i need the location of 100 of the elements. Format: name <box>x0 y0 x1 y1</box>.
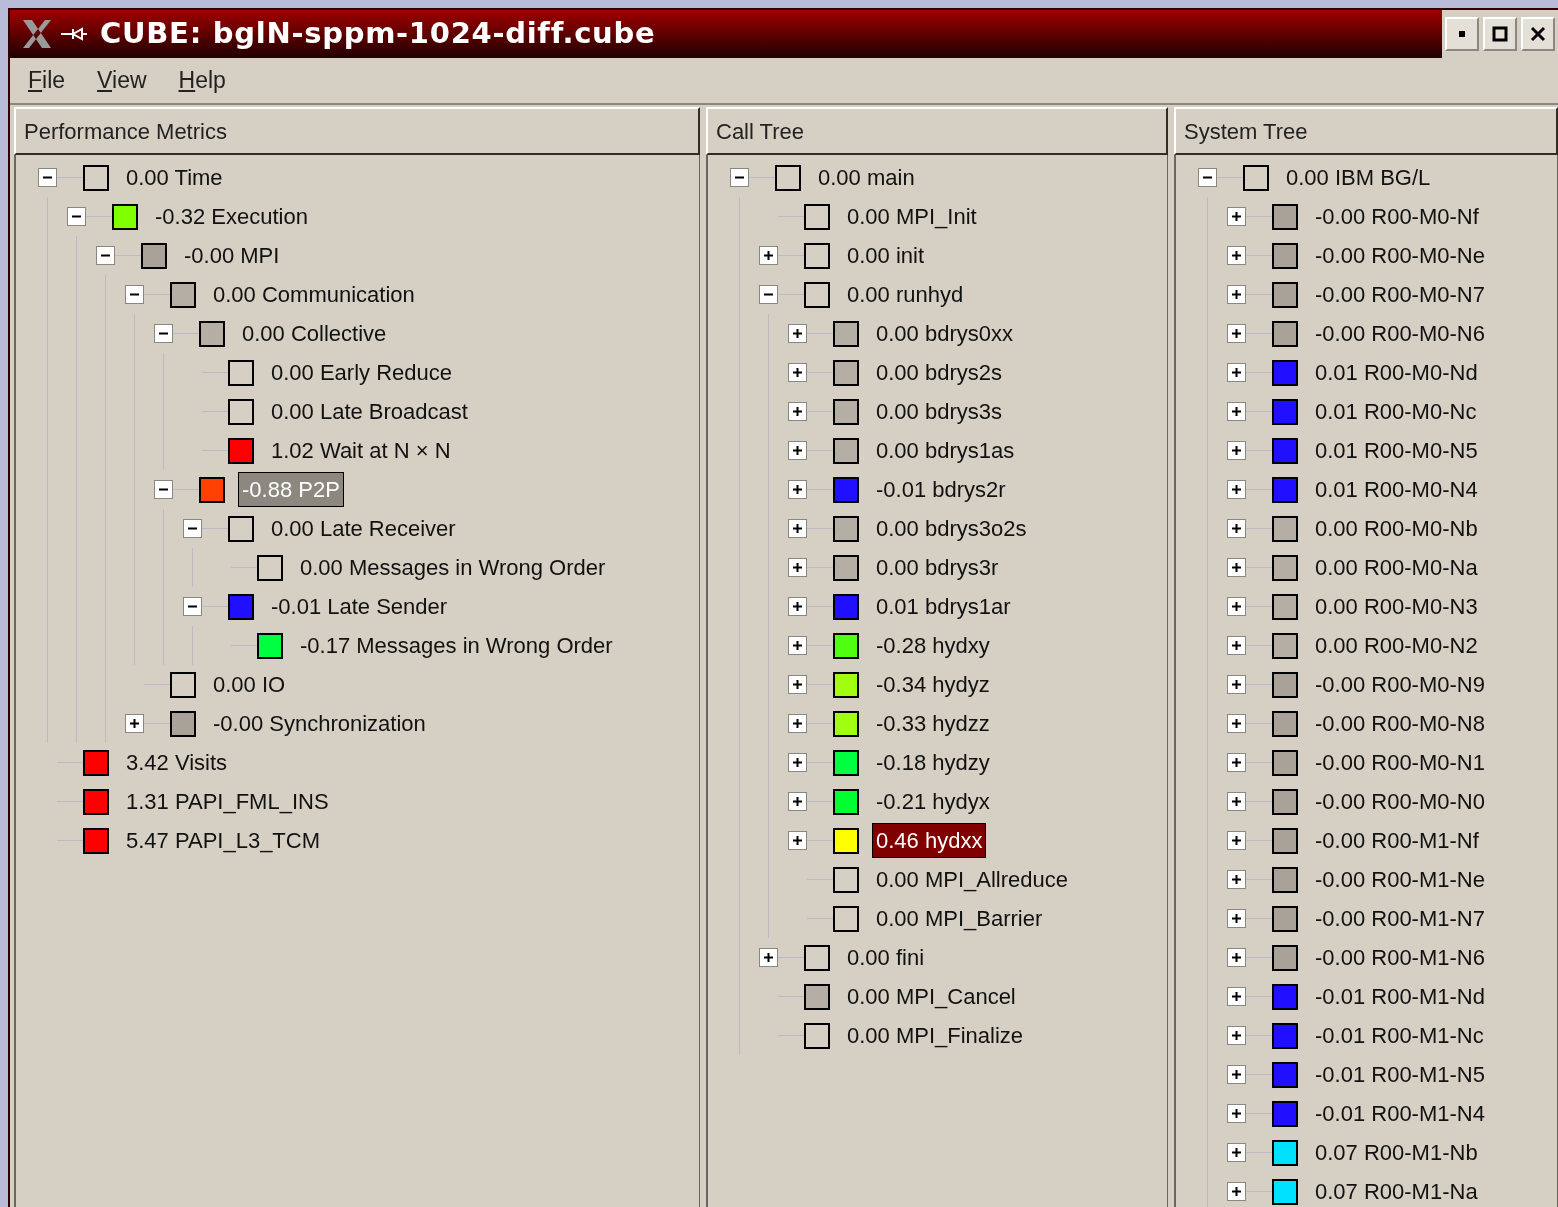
tree-item[interactable]: 0.00 Early Reduce <box>268 356 455 389</box>
tree-item[interactable]: 0.00 bdrys3o2s <box>873 512 1030 545</box>
tree-item[interactable]: -0.00 R00-M0-N8 <box>1312 707 1488 740</box>
tree-item[interactable]: -0.00 R00-M1-N6 <box>1312 941 1488 974</box>
tree-item[interactable]: 0.00 MPI_Finalize <box>844 1019 1027 1052</box>
expand-toggle[interactable] <box>1227 1026 1246 1045</box>
expand-toggle[interactable] <box>788 636 807 655</box>
tree-item[interactable]: -0.00 MPI <box>181 239 283 272</box>
tree-item[interactable]: -0.32 Execution <box>152 200 311 233</box>
tree-item[interactable]: 0.00 MPI_Barrier <box>873 902 1046 935</box>
menu-item[interactable]: Help <box>178 63 226 98</box>
tree-item[interactable]: -0.00 R00-M0-N0 <box>1312 785 1488 818</box>
tree-item[interactable]: 0.00 Late Broadcast <box>268 395 471 428</box>
tree-item[interactable]: 0.00 Messages in Wrong Order <box>297 551 609 584</box>
tree-item[interactable]: -0.01 R00-M1-Nd <box>1312 980 1488 1013</box>
tree-item[interactable]: -0.21 hydyx <box>873 785 993 818</box>
expand-toggle[interactable] <box>788 714 807 733</box>
expand-toggle[interactable] <box>1227 1143 1246 1162</box>
expand-toggle[interactable] <box>1227 675 1246 694</box>
maximize-button[interactable] <box>1483 17 1517 51</box>
expand-toggle[interactable] <box>788 402 807 421</box>
tree-item[interactable]: 0.00 bdrys2s <box>873 356 1005 389</box>
tree-item[interactable]: 0.00 fini <box>844 941 928 974</box>
tree-item[interactable]: -0.01 Late Sender <box>268 590 451 623</box>
collapse-toggle[interactable] <box>183 597 202 616</box>
expand-toggle[interactable] <box>1227 1104 1246 1123</box>
tree-item[interactable]: -0.00 R00-M0-N1 <box>1312 746 1488 779</box>
tree-item[interactable]: -0.01 R00-M1-Nc <box>1312 1019 1487 1052</box>
tree-item[interactable]: 0.00 bdrys1as <box>873 434 1018 467</box>
tree-item[interactable]: -0.01 bdrys2r <box>873 473 1009 506</box>
tree-item[interactable]: 0.00 Communication <box>210 278 418 311</box>
expand-toggle[interactable] <box>1227 441 1246 460</box>
tree-item[interactable]: 3.42 Visits <box>123 746 231 779</box>
tree-item[interactable]: -0.00 R00-M0-N7 <box>1312 278 1488 311</box>
menu-item[interactable]: View <box>97 63 147 98</box>
expand-toggle[interactable] <box>1227 909 1246 928</box>
tree-item[interactable]: 0.00 R00-M0-Na <box>1312 551 1481 584</box>
expand-toggle[interactable] <box>1227 1182 1246 1201</box>
tree-item[interactable]: 0.00 init <box>844 239 928 272</box>
tree-item[interactable]: 0.07 R00-M1-Na <box>1312 1175 1481 1207</box>
tree-item[interactable]: -0.00 R00-M0-Ne <box>1312 239 1488 272</box>
expand-toggle[interactable] <box>788 519 807 538</box>
expand-toggle[interactable] <box>1227 324 1246 343</box>
tree-item[interactable]: 0.00 bdrys3r <box>873 551 1002 584</box>
tree-item[interactable]: 5.47 PAPI_L3_TCM <box>123 824 324 857</box>
menu-item[interactable]: File <box>28 63 66 98</box>
expand-toggle[interactable] <box>788 597 807 616</box>
tree-item[interactable]: 0.01 R00-M0-Nd <box>1312 356 1481 389</box>
expand-toggle[interactable] <box>1227 1065 1246 1084</box>
collapse-toggle[interactable] <box>154 324 173 343</box>
expand-toggle[interactable] <box>1227 558 1246 577</box>
tree-item[interactable]: 1.31 PAPI_FML_INS <box>123 785 332 818</box>
expand-toggle[interactable] <box>1227 636 1246 655</box>
tree-item[interactable]: -0.00 R00-M0-N6 <box>1312 317 1488 350</box>
expand-toggle[interactable] <box>1227 480 1246 499</box>
expand-toggle[interactable] <box>759 246 778 265</box>
tree-item[interactable]: -0.34 hydyz <box>873 668 993 701</box>
tree-item[interactable]: 0.00 Late Receiver <box>268 512 459 545</box>
tree-item[interactable]: 0.00 IO <box>210 668 289 701</box>
tree-item[interactable]: 0.00 MPI_Init <box>844 200 980 233</box>
expand-toggle[interactable] <box>788 675 807 694</box>
expand-toggle[interactable] <box>788 792 807 811</box>
tree-item[interactable]: 1.02 Wait at N × N <box>268 434 454 467</box>
tree-item[interactable]: -0.01 R00-M1-N5 <box>1312 1058 1488 1091</box>
expand-toggle[interactable] <box>788 441 807 460</box>
collapse-toggle[interactable] <box>730 168 749 187</box>
tree-item[interactable]: 0.00 Collective <box>239 317 390 350</box>
expand-toggle[interactable] <box>125 714 144 733</box>
tree-item[interactable]: -0.00 R00-M1-N7 <box>1312 902 1488 935</box>
expand-toggle[interactable] <box>1227 207 1246 226</box>
close-button[interactable] <box>1521 17 1555 51</box>
tree-item[interactable]: 0.01 R00-M0-N5 <box>1312 434 1481 467</box>
tree-item[interactable]: -0.00 Synchronization <box>210 707 429 740</box>
tree-item[interactable]: 0.01 R00-M0-Nc <box>1312 395 1480 428</box>
expand-toggle[interactable] <box>1227 987 1246 1006</box>
expand-toggle[interactable] <box>1227 597 1246 616</box>
tree-item[interactable]: -0.01 R00-M1-N4 <box>1312 1097 1488 1130</box>
tree-item[interactable]: 0.00 IBM BG/L <box>1283 161 1434 194</box>
tree-item[interactable]: 0.00 R00-M0-Nb <box>1312 512 1481 545</box>
expand-toggle[interactable] <box>1227 246 1246 265</box>
expand-toggle[interactable] <box>788 558 807 577</box>
tree-item[interactable]: 0.00 R00-M0-N2 <box>1312 629 1481 662</box>
tree-item[interactable]: -0.00 R00-M1-Ne <box>1312 863 1488 896</box>
collapse-toggle[interactable] <box>125 285 144 304</box>
tree-item[interactable]: -0.18 hydzy <box>873 746 993 779</box>
tree-item[interactable]: 0.00 main <box>815 161 918 194</box>
tree-item[interactable]: -0.00 R00-M0-N9 <box>1312 668 1488 701</box>
tree-item[interactable]: 0.00 R00-M0-N3 <box>1312 590 1481 623</box>
expand-toggle[interactable] <box>1227 519 1246 538</box>
tree-item[interactable]: 0.00 bdrys3s <box>873 395 1005 428</box>
tree-item[interactable]: 0.00 runhyd <box>844 278 967 311</box>
tree-item[interactable]: -0.33 hydzz <box>873 707 993 740</box>
expand-toggle[interactable] <box>788 753 807 772</box>
tree-item[interactable]: 0.01 R00-M0-N4 <box>1312 473 1481 506</box>
tree-item[interactable]: -0.17 Messages in Wrong Order <box>297 629 616 662</box>
collapse-toggle[interactable] <box>154 480 173 499</box>
expand-toggle[interactable] <box>1227 870 1246 889</box>
tree-item[interactable]: 0.00 MPI_Allreduce <box>873 863 1071 896</box>
expand-toggle[interactable] <box>759 948 778 967</box>
tree-item[interactable]: -0.28 hydxy <box>873 629 993 662</box>
